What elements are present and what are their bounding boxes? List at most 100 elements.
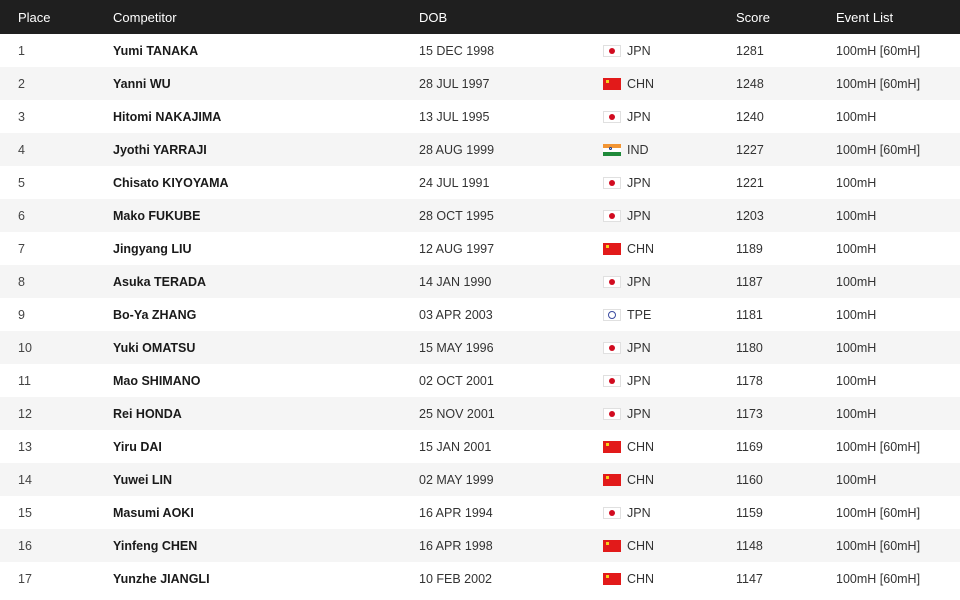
place-cell: 6: [18, 208, 25, 223]
competitor-name[interactable]: Jingyang LIU: [113, 232, 191, 265]
table-row[interactable]: 13 Yiru DAI 15 JAN 2001 CHN 1169 100mH [60mH]: [0, 430, 960, 463]
table-row[interactable]: 11 Mao SHIMANO 02 OCT 2001 JPN 1178 100mH: [0, 364, 960, 397]
place-cell: 7: [18, 241, 25, 256]
table-row[interactable]: 15 Masumi AOKI 16 APR 1994 JPN 1159 100mH [60…: [0, 496, 960, 529]
japan-flag-icon: [603, 209, 621, 222]
score-cell: 1281: [736, 43, 764, 58]
dob-cell: 13 JUL 1995: [419, 109, 490, 124]
header-event-list[interactable]: Event List: [836, 0, 893, 34]
competitor-name[interactable]: Hitomi NAKAJIMA: [113, 100, 221, 133]
event-list-cell: 100mH: [836, 472, 877, 487]
dob-cell: 28 JUL 1997: [419, 76, 490, 91]
table-row[interactable]: 12 Rei HONDA 25 NOV 2001 JPN 1173 100mH: [0, 397, 960, 430]
competitor-name[interactable]: Bo-Ya ZHANG: [113, 298, 196, 331]
competitor-name[interactable]: Yinfeng CHEN: [113, 529, 197, 562]
competitor-name[interactable]: Yuki OMATSU: [113, 331, 195, 364]
country-code: IND: [627, 142, 649, 157]
country-code: JPN: [627, 175, 651, 190]
country-code: JPN: [627, 373, 651, 388]
place-cell: 8: [18, 274, 25, 289]
dob-cell: 15 MAY 1996: [419, 340, 494, 355]
table-row[interactable]: 5 Chisato KIYOYAMA 24 JUL 1991 JPN 1221 100mH: [0, 166, 960, 199]
country-code: CHN: [627, 439, 655, 454]
china-flag-icon: [603, 572, 621, 585]
table-row[interactable]: 8 Asuka TERADA 14 JAN 1990 JPN 1187 100mH: [0, 265, 960, 298]
japan-flag-icon: [603, 374, 621, 387]
table-body: 1 Yumi TANAKA 15 DEC 1998 JPN 1281 100mH [60m…: [0, 34, 960, 595]
table-row[interactable]: 9 Bo-Ya ZHANG 03 APR 2003 TPE 1181 100mH: [0, 298, 960, 331]
country-code: JPN: [627, 274, 651, 289]
dob-cell: 24 JUL 1991: [419, 175, 490, 190]
event-list-cell: 100mH [60mH]: [836, 76, 921, 91]
table-row[interactable]: 1 Yumi TANAKA 15 DEC 1998 JPN 1281 100mH [60m…: [0, 34, 960, 67]
competitor-name[interactable]: Yanni WU: [113, 67, 171, 100]
table-row[interactable]: 17 Yunzhe JIANGLI 10 FEB 2002 CHN 1147 100mH …: [0, 562, 960, 595]
japan-flag-icon: [603, 176, 621, 189]
header-dob[interactable]: DOB: [419, 0, 447, 34]
dob-cell: 15 JAN 2001: [419, 439, 492, 454]
india-flag-icon: [603, 143, 621, 156]
nationality-cell: CHN: [603, 67, 654, 100]
score-cell: 1187: [736, 274, 763, 289]
competitor-name[interactable]: Yumi TANAKA: [113, 34, 198, 67]
country-code: CHN: [627, 76, 655, 91]
event-list-cell: 100mH: [836, 208, 877, 223]
place-cell: 4: [18, 142, 25, 157]
china-flag-icon: [603, 242, 621, 255]
nationality-cell: JPN: [603, 199, 651, 232]
japan-flag-icon: [603, 275, 621, 288]
competitor-name[interactable]: Masumi AOKI: [113, 496, 194, 529]
place-cell: 2: [18, 76, 25, 91]
country-code: JPN: [627, 505, 651, 520]
score-cell: 1248: [736, 76, 764, 91]
competitor-name[interactable]: Yunzhe JIANGLI: [113, 562, 210, 595]
japan-flag-icon: [603, 341, 621, 354]
place-cell: 15: [18, 505, 32, 520]
place-cell: 14: [18, 472, 32, 487]
place-cell: 17: [18, 571, 32, 586]
table-row[interactable]: 2 Yanni WU 28 JUL 1997 CHN 1248 100mH [60mH]: [0, 67, 960, 100]
competitor-name[interactable]: Jyothi YARRAJI: [113, 133, 207, 166]
chinese-taipei-flag-icon: [603, 308, 621, 321]
competitor-name[interactable]: Chisato KIYOYAMA: [113, 166, 229, 199]
japan-flag-icon: [603, 506, 621, 519]
header-score[interactable]: Score: [736, 0, 770, 34]
competitor-name[interactable]: Yiru DAI: [113, 430, 162, 463]
competitor-name[interactable]: Yuwei LIN: [113, 463, 172, 496]
table-header: Place Competitor DOB Score Event List: [0, 0, 960, 34]
score-cell: 1178: [736, 373, 763, 388]
event-list-cell: 100mH: [836, 406, 877, 421]
dob-cell: 12 AUG 1997: [419, 241, 495, 256]
place-cell: 9: [18, 307, 25, 322]
table-row[interactable]: 6 Mako FUKUBE 28 OCT 1995 JPN 1203 100mH: [0, 199, 960, 232]
score-cell: 1148: [736, 538, 763, 553]
table-row[interactable]: 14 Yuwei LIN 02 MAY 1999 CHN 1160 100mH: [0, 463, 960, 496]
nationality-cell: CHN: [603, 562, 654, 595]
japan-flag-icon: [603, 110, 621, 123]
competitor-name[interactable]: Mao SHIMANO: [113, 364, 201, 397]
table-row[interactable]: 10 Yuki OMATSU 15 MAY 1996 JPN 1180 100mH: [0, 331, 960, 364]
competitor-name[interactable]: Rei HONDA: [113, 397, 182, 430]
table-row[interactable]: 7 Jingyang LIU 12 AUG 1997 CHN 1189 100mH: [0, 232, 960, 265]
table-row[interactable]: 16 Yinfeng CHEN 16 APR 1998 CHN 1148 100mH [6…: [0, 529, 960, 562]
japan-flag-icon: [603, 407, 621, 420]
score-cell: 1189: [736, 241, 763, 256]
score-cell: 1221: [736, 175, 764, 190]
table-row[interactable]: 4 Jyothi YARRAJI 28 AUG 1999 IND 1227 100mH […: [0, 133, 960, 166]
place-cell: 3: [18, 109, 25, 124]
dob-cell: 15 DEC 1998: [419, 43, 495, 58]
competitor-name[interactable]: Mako FUKUBE: [113, 199, 201, 232]
score-cell: 1227: [736, 142, 764, 157]
nationality-cell: JPN: [603, 100, 651, 133]
header-competitor[interactable]: Competitor: [113, 0, 177, 34]
event-list-cell: 100mH: [836, 175, 877, 190]
score-cell: 1180: [736, 340, 763, 355]
country-code: CHN: [627, 571, 655, 586]
place-cell: 16: [18, 538, 32, 553]
place-cell: 12: [18, 406, 32, 421]
country-code: CHN: [627, 472, 655, 487]
score-cell: 1240: [736, 109, 764, 124]
header-place[interactable]: Place: [18, 0, 51, 34]
competitor-name[interactable]: Asuka TERADA: [113, 265, 206, 298]
table-row[interactable]: 3 Hitomi NAKAJIMA 13 JUL 1995 JPN 1240 100mH: [0, 100, 960, 133]
